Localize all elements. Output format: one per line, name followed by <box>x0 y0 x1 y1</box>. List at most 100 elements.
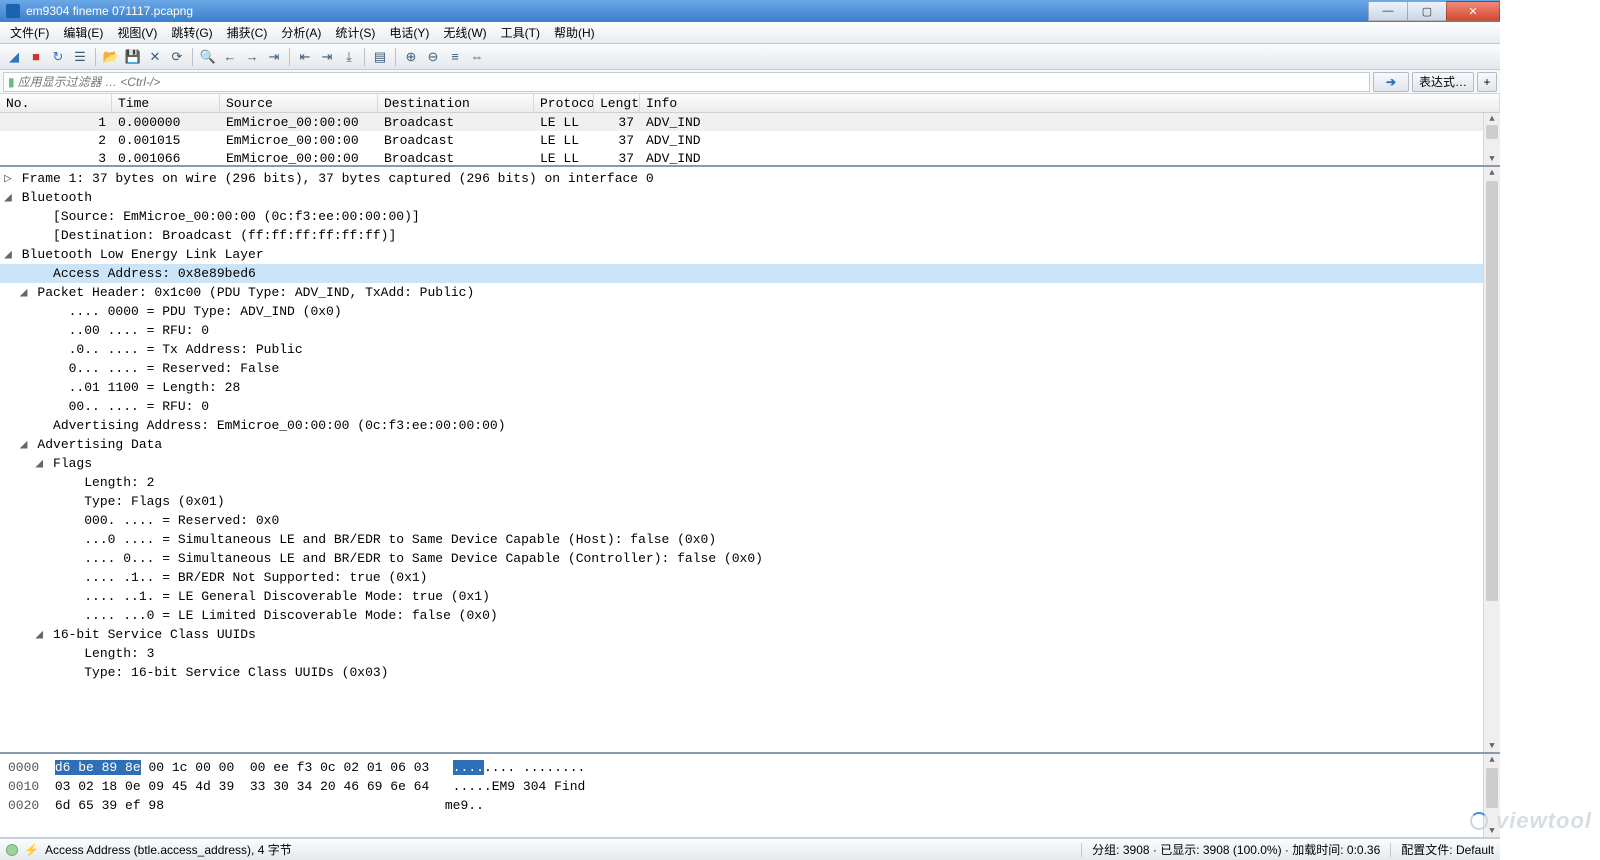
expert-info-icon[interactable] <box>6 844 18 856</box>
menu-file[interactable]: 文件(F) <box>4 22 55 43</box>
menu-wireless[interactable]: 无线(W) <box>437 22 492 43</box>
tree-line[interactable]: Type: Flags (0x01) <box>0 492 1500 511</box>
details-scrollbar[interactable]: ▲ ▼ <box>1483 167 1500 752</box>
tool-save-icon[interactable]: 💾 <box>123 47 143 67</box>
tool-last-icon[interactable]: ⇥ <box>317 47 337 67</box>
tree-line[interactable]: ..01 1100 = Length: 28 <box>0 378 1500 397</box>
packet-bytes[interactable]: 0000 d6 be 89 8e 00 1c 00 00 00 ee f3 0c… <box>0 754 1500 838</box>
expand-icon[interactable] <box>35 416 45 435</box>
expand-icon[interactable]: ◢ <box>4 188 14 207</box>
tree-line[interactable]: ▷ Frame 1: 37 bytes on wire (296 bits), … <box>0 169 1500 188</box>
tool-colorize-icon[interactable]: ▤ <box>370 47 390 67</box>
tool-restart-capture-icon[interactable]: ↻ <box>48 47 68 67</box>
tree-line[interactable]: .... ...0 = LE Limited Discoverable Mode… <box>0 606 1500 625</box>
tree-line[interactable]: 000. .... = Reserved: 0x0 <box>0 511 1500 530</box>
tree-line[interactable]: ◢ Bluetooth Low Energy Link Layer <box>0 245 1500 264</box>
tree-line[interactable]: ...0 .... = Simultaneous LE and BR/EDR t… <box>0 530 1500 549</box>
tree-line[interactable]: ◢ Bluetooth <box>0 188 1500 207</box>
expand-icon[interactable] <box>66 606 76 625</box>
tree-line[interactable]: Length: 3 <box>0 644 1500 663</box>
expand-icon[interactable] <box>35 264 45 283</box>
expand-icon[interactable] <box>66 644 76 663</box>
tree-line[interactable]: .0.. .... = Tx Address: Public <box>0 340 1500 359</box>
expand-icon[interactable] <box>66 663 76 682</box>
tree-line[interactable]: [Source: EmMicroe_00:00:00 (0c:f3:ee:00:… <box>0 207 1500 226</box>
expand-icon[interactable]: ◢ <box>35 625 45 644</box>
expand-icon[interactable] <box>66 473 76 492</box>
expand-icon[interactable] <box>66 492 76 511</box>
tool-zoom-out-icon[interactable]: ⊖ <box>423 47 443 67</box>
tree-line[interactable]: 0... .... = Reserved: False <box>0 359 1500 378</box>
tree-line[interactable]: Access Address: 0x8e89bed6 <box>0 264 1500 283</box>
expand-icon[interactable] <box>51 378 61 397</box>
col-protocol[interactable]: Protocol <box>534 94 594 112</box>
expand-icon[interactable] <box>66 511 76 530</box>
expand-icon[interactable] <box>35 207 45 226</box>
hex-line[interactable]: 0000 d6 be 89 8e 00 1c 00 00 00 ee f3 0c… <box>8 758 1492 777</box>
status-collapse-icon[interactable]: ⚡ <box>24 843 39 857</box>
tool-jump-icon[interactable]: ⇥ <box>264 47 284 67</box>
tool-find-icon[interactable]: 🔍 <box>198 47 218 67</box>
expand-icon[interactable]: ◢ <box>35 454 45 473</box>
filter-bookmark-icon[interactable]: ▮ <box>8 75 15 89</box>
tool-start-capture-icon[interactable]: ◢ <box>4 47 24 67</box>
tree-line[interactable]: [Destination: Broadcast (ff:ff:ff:ff:ff:… <box>0 226 1500 245</box>
tool-capture-options-icon[interactable]: ☰ <box>70 47 90 67</box>
expand-icon[interactable] <box>66 587 76 606</box>
tool-zoom-reset-icon[interactable]: ≡ <box>445 47 465 67</box>
tool-next-icon[interactable]: → <box>242 47 262 67</box>
tree-line[interactable]: Length: 2 <box>0 473 1500 492</box>
tool-close-icon[interactable]: ✕ <box>145 47 165 67</box>
tree-line[interactable]: .... 0000 = PDU Type: ADV_IND (0x0) <box>0 302 1500 321</box>
expand-icon[interactable] <box>51 359 61 378</box>
col-info[interactable]: Info <box>640 94 1500 112</box>
menu-telephony[interactable]: 电话(Y) <box>383 22 435 43</box>
tree-line[interactable]: ◢ Packet Header: 0x1c00 (PDU Type: ADV_I… <box>0 283 1500 302</box>
expand-icon[interactable] <box>66 549 76 568</box>
packet-list-scrollbar[interactable]: ▲ ▼ <box>1483 113 1500 165</box>
tool-prev-icon[interactable]: ← <box>220 47 240 67</box>
col-source[interactable]: Source <box>220 94 378 112</box>
hex-line[interactable]: 0010 03 02 18 0e 09 45 4d 39 33 30 34 20… <box>8 777 1492 796</box>
col-length[interactable]: Length <box>594 94 640 112</box>
tree-line[interactable]: ◢ Flags <box>0 454 1500 473</box>
expand-icon[interactable] <box>51 397 61 416</box>
tool-reload-icon[interactable]: ⟳ <box>167 47 187 67</box>
display-filter-input[interactable] <box>18 75 1365 89</box>
tool-zoom-in-icon[interactable]: ⊕ <box>401 47 421 67</box>
tool-open-icon[interactable]: 📂 <box>101 47 121 67</box>
menu-help[interactable]: 帮助(H) <box>548 22 601 43</box>
tool-stop-capture-icon[interactable]: ■ <box>26 47 46 67</box>
expand-icon[interactable] <box>35 226 45 245</box>
tool-autoscroll-icon[interactable]: ⤓ <box>339 47 359 67</box>
col-destination[interactable]: Destination <box>378 94 534 112</box>
maximize-button[interactable]: ▢ <box>1407 1 1447 21</box>
col-time[interactable]: Time <box>112 94 220 112</box>
tree-line[interactable]: .... .1.. = BR/EDR Not Supported: true (… <box>0 568 1500 587</box>
menu-view[interactable]: 视图(V) <box>111 22 163 43</box>
expand-icon[interactable] <box>51 340 61 359</box>
menu-capture[interactable]: 捕获(C) <box>221 22 274 43</box>
table-row[interactable]: 20.001015EmMicroe_00:00:00BroadcastLE LL… <box>0 131 1500 149</box>
menu-go[interactable]: 跳转(G) <box>165 22 218 43</box>
tree-line[interactable]: Advertising Address: EmMicroe_00:00:00 (… <box>0 416 1500 435</box>
expand-icon[interactable] <box>66 568 76 587</box>
status-profile[interactable]: 配置文件: Default <box>1401 841 1494 858</box>
menu-edit[interactable]: 编辑(E) <box>57 22 109 43</box>
tree-line[interactable]: .... 0... = Simultaneous LE and BR/EDR t… <box>0 549 1500 568</box>
expand-icon[interactable]: ▷ <box>4 169 14 188</box>
expand-icon[interactable] <box>51 302 61 321</box>
col-no[interactable]: No. <box>0 94 112 112</box>
tree-line[interactable]: .... ..1. = LE General Discoverable Mode… <box>0 587 1500 606</box>
expand-icon[interactable]: ◢ <box>20 283 30 302</box>
expand-icon[interactable]: ◢ <box>4 245 14 264</box>
tree-line[interactable]: Type: 16-bit Service Class UUIDs (0x03) <box>0 663 1500 682</box>
table-row[interactable]: 10.000000EmMicroe_00:00:00BroadcastLE LL… <box>0 113 1500 131</box>
expand-icon[interactable]: ◢ <box>20 435 30 454</box>
menu-stats[interactable]: 统计(S) <box>329 22 381 43</box>
minimize-button[interactable]: — <box>1368 1 1408 21</box>
tree-line[interactable]: ..00 .... = RFU: 0 <box>0 321 1500 340</box>
expand-icon[interactable] <box>51 321 61 340</box>
filter-add-button[interactable]: + <box>1477 72 1497 92</box>
packet-details[interactable]: ▷ Frame 1: 37 bytes on wire (296 bits), … <box>0 167 1500 754</box>
